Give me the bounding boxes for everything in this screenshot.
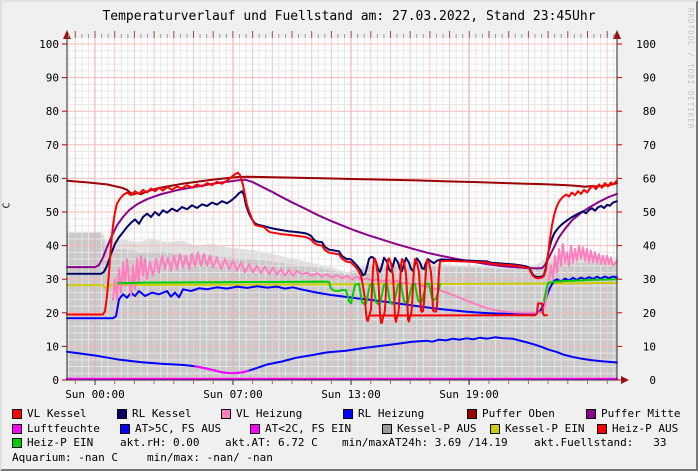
legend-swatch [250,424,260,434]
y-tick-label-right: 60 [643,172,656,185]
legend-swatch [12,409,22,419]
legend-label: Puffer Oben [482,408,555,419]
legend-label: Kessel-P EIN [505,423,584,434]
stat-text: Aquarium: -nan C [12,452,118,464]
y-tick-label-right: 80 [643,105,656,118]
legend-label: Puffer Mitte [601,408,680,419]
legend-label: Kessel-P AUS [397,423,476,434]
stat-text: min/maxAT24h: 3.69 /14.19 [342,437,508,449]
y-tick-label-right: 70 [643,139,656,152]
x-tick-label: Sun 07:00 [203,388,263,401]
y-tick-label-left: 80 [46,105,59,118]
legend-swatch [343,409,353,419]
legend-swatch [117,409,127,419]
legend-swatch [490,424,500,434]
legend-label: RL Kessel [132,408,192,419]
stat-text: akt.Fuellstand: 33 [534,437,666,449]
y-tick-label-left: 60 [46,172,59,185]
stat-text: akt.rH: 0.00 [120,437,199,449]
legend-label: Luftfeuchte [27,423,100,434]
y-tick-label-left: 20 [46,307,59,320]
legend-swatch [221,409,231,419]
x-tick-label: Sun 19:00 [439,388,499,401]
legend-swatch [120,424,130,434]
y-tick-label-right: 30 [643,273,656,286]
chart-canvas: 0 0 10 10 20 20 30 30 40 40 50 50 60 60 70 70 80 80 90 90 10… [2,2,696,469]
y-tick-label-left: 30 [46,273,59,286]
y-tick-label-right: 40 [643,240,656,253]
legend-swatch [467,409,477,419]
y-tick-label-left: 0 [52,374,59,387]
legend-label: Heiz-P AUS [612,423,678,434]
legend-label: VL Kessel [27,408,87,419]
y-tick-label-right: 10 [643,340,656,353]
legend-swatch [12,438,22,448]
legend-label: RL Heizung [358,408,424,419]
y-tick-label-left: 10 [46,340,59,353]
stat-text: akt.AT: 6.72 C [225,437,318,449]
x-tick-label: Sun 00:00 [65,388,125,401]
y-tick-label-left: 50 [46,206,59,219]
rrdtool-watermark: RRDTOOL / TOBI OETIKER [686,8,695,129]
legend-label: AT<2C, FS EIN [265,423,351,434]
y-tick-label-left: 70 [46,139,59,152]
y-tick-label-right: 0 [649,374,656,387]
legend-label: VL Heizung [236,408,302,419]
y-tick-label-left: 100 [39,38,59,51]
y-tick-label-left: 40 [46,240,59,253]
y-axis-arrow-left [63,30,71,39]
y-tick-label-left: 90 [46,72,59,85]
legend-label: Heiz-P EIN [27,437,93,448]
stat-text: min/max: -nan/ -nan [147,452,273,464]
y-tick-label-right: 90 [643,72,656,85]
x-axis-arrow [621,376,629,384]
rrdtool-graph: Temperaturverlauf und Fuellstand am: 27.… [0,0,698,471]
legend-swatch [382,424,392,434]
legend-swatch [12,424,22,434]
y-tick-label-right: 50 [643,206,656,219]
y-tick-label-right: 100 [636,38,656,51]
legend-swatch [586,409,596,419]
legend-swatch [597,424,607,434]
legend-label: AT>5C, FS AUS [135,423,221,434]
x-tick-label: Sun 13:00 [321,388,381,401]
y-tick-label-right: 20 [643,307,656,320]
